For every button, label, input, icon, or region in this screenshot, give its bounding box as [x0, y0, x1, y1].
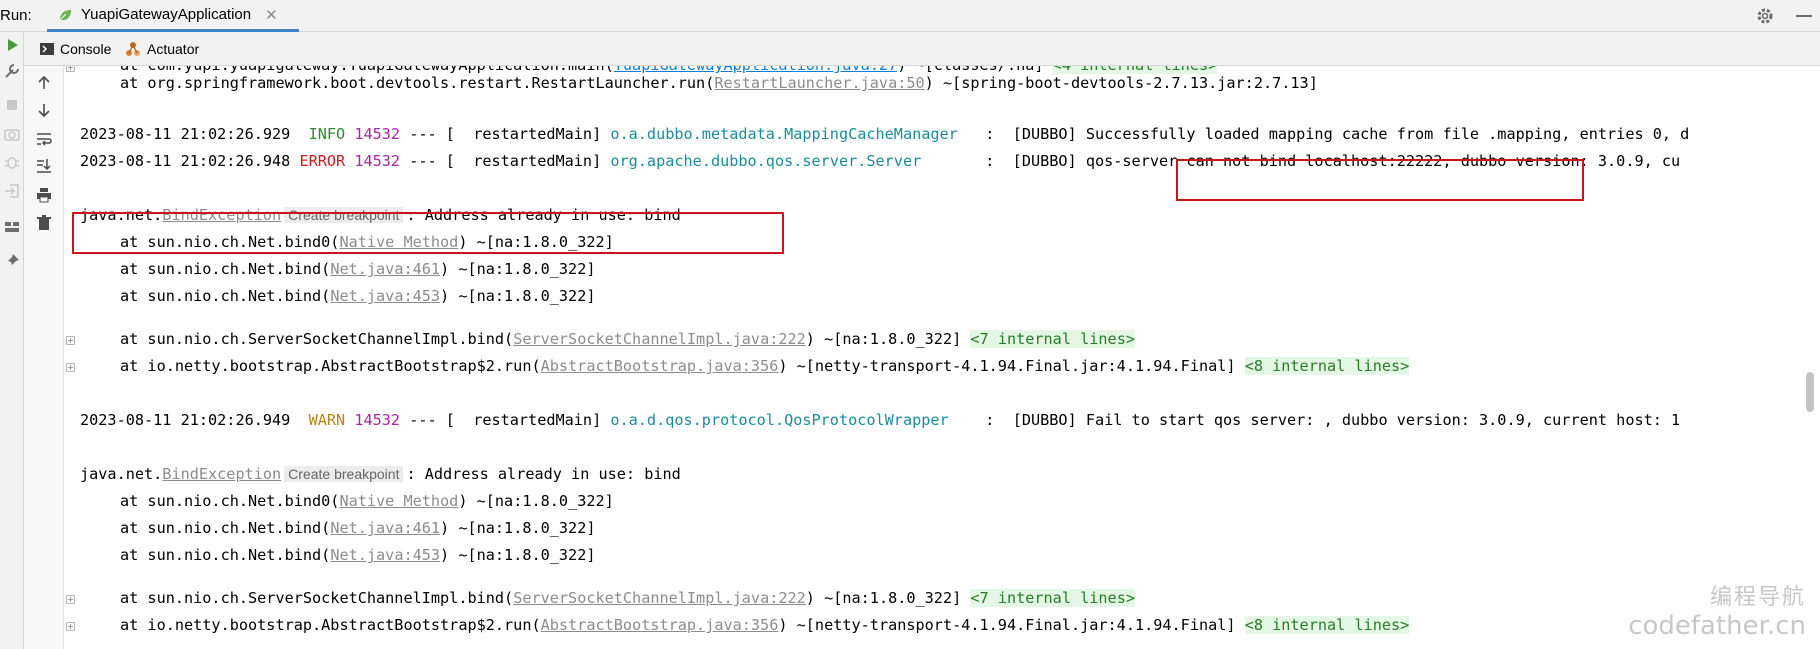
tab-console[interactable]: Console	[40, 32, 111, 66]
log-level: ERROR	[299, 152, 346, 170]
print-icon[interactable]	[35, 186, 53, 204]
tab-console-label: Console	[60, 41, 112, 57]
fold-toggle[interactable]	[66, 66, 75, 72]
internal-lines-toggle[interactable]: <8 internal lines>	[1244, 616, 1410, 634]
source-link[interactable]: ServerSocketChannelImpl.java:222	[513, 330, 806, 348]
console-toolbar	[24, 66, 64, 649]
watermark-site: codefather.cn	[1628, 611, 1806, 641]
close-icon[interactable]: ✕	[265, 6, 278, 24]
internal-lines-toggle[interactable]: <8 internal lines>	[1244, 357, 1410, 375]
exception-line: java.net.BindException Create breakpoint:…	[80, 465, 681, 483]
source-link[interactable]: ServerSocketChannelImpl.java:222	[513, 589, 806, 607]
run-app-icon	[59, 9, 71, 20]
stack-line: at sun.nio.ch.ServerSocketChannelImpl.bi…	[120, 330, 1135, 348]
source-link[interactable]: AbstractBootstrap.java:356	[541, 357, 779, 375]
log-line-warn: 2023-08-11 21:02:26.949 WARN 14532 --- […	[80, 411, 1681, 429]
trash-icon[interactable]	[35, 214, 53, 232]
log-class[interactable]: o.a.dubbo.metadata.MappingCacheManager	[610, 125, 957, 143]
source-link[interactable]: Net.java:453	[330, 287, 440, 305]
stack-line: at sun.nio.ch.Net.bind0(Native Method) ~…	[120, 492, 614, 510]
highlight-box-bind-exception	[72, 212, 784, 254]
fold-toggle[interactable]	[66, 595, 75, 604]
tab-actuator-label: Actuator	[147, 41, 200, 57]
fold-toggle[interactable]	[66, 363, 75, 372]
run-tab-title: YuapiGatewayApplication	[81, 6, 252, 23]
tab-actuator[interactable]: Actuator	[125, 32, 199, 66]
run-label: Run:	[0, 7, 32, 24]
run-tool-strip	[0, 32, 24, 649]
stack-line: at org.springframework.boot.devtools.res…	[120, 74, 1318, 92]
console-icon	[40, 43, 54, 55]
log-class[interactable]: o.a.d.qos.protocol.QosProtocolWrapper	[610, 411, 948, 429]
gear-icon[interactable]	[1755, 6, 1775, 26]
pin-icon[interactable]	[3, 252, 21, 270]
layout-icon[interactable]	[3, 218, 21, 236]
bug-icon[interactable]	[3, 153, 21, 171]
stop-icon[interactable]	[3, 96, 21, 114]
soft-wrap-icon[interactable]	[35, 130, 53, 148]
log-pid: 14532	[354, 125, 401, 143]
camera-icon[interactable]	[3, 125, 21, 143]
log-class[interactable]: org.apache.dubbo.qos.server.Server	[610, 152, 921, 170]
wrench-icon[interactable]	[3, 62, 21, 80]
fold-toggle[interactable]	[66, 622, 75, 631]
minimize-icon[interactable]	[1796, 15, 1812, 17]
source-link[interactable]: RestartLauncher.java:50	[714, 74, 924, 92]
stack-line: at sun.nio.ch.Net.bind(Net.java:453) ~[n…	[120, 546, 596, 564]
stack-line: at sun.nio.ch.Net.bind(Net.java:453) ~[n…	[120, 287, 596, 305]
vertical-scrollbar[interactable]	[1801, 66, 1820, 649]
rerun-icon[interactable]	[3, 36, 21, 54]
scrollbar-thumb[interactable]	[1806, 372, 1814, 412]
source-link[interactable]: Net.java:461	[330, 260, 440, 278]
run-tab-yuapigateway[interactable]: YuapiGatewayApplication ✕	[47, 0, 299, 32]
log-level: WARN	[308, 411, 346, 429]
log-pid: 14532	[354, 411, 401, 429]
create-breakpoint-hint[interactable]: Create breakpoint	[284, 466, 404, 482]
scroll-up-icon[interactable]	[35, 74, 53, 92]
source-link[interactable]: Net.java:461	[330, 519, 440, 537]
run-toolbar: Run: YuapiGatewayApplication ✕	[0, 0, 1820, 32]
stack-line: at io.netty.bootstrap.AbstractBootstrap$…	[120, 357, 1410, 375]
stack-line: at io.netty.bootstrap.AbstractBootstrap$…	[120, 616, 1410, 634]
run-subtabs: Console Actuator	[24, 32, 1820, 66]
console-output[interactable]: at com.yupi.yuapigateway.YuapiGatewayApp…	[64, 66, 1801, 649]
watermark-cn: 编程导航	[1709, 585, 1806, 610]
fold-toggle[interactable]	[66, 336, 75, 345]
log-line-info: 2023-08-11 21:02:26.929 INFO 14532 --- […	[80, 125, 1690, 143]
stack-line: at sun.nio.ch.Net.bind(Net.java:461) ~[n…	[120, 519, 596, 537]
source-link[interactable]: Native Method	[339, 492, 458, 510]
scroll-down-icon[interactable]	[35, 101, 53, 119]
exit-icon[interactable]	[3, 182, 21, 200]
actuator-icon	[126, 42, 140, 56]
scroll-to-end-icon[interactable]	[35, 157, 53, 175]
stack-line: at sun.nio.ch.Net.bind(Net.java:461) ~[n…	[120, 260, 596, 278]
stack-line: at sun.nio.ch.ServerSocketChannelImpl.bi…	[120, 589, 1135, 607]
source-link[interactable]: AbstractBootstrap.java:356	[541, 616, 779, 634]
internal-lines-toggle[interactable]: <7 internal lines>	[970, 330, 1135, 348]
internal-lines-toggle[interactable]: <7 internal lines>	[970, 589, 1135, 607]
exception-link[interactable]: BindException	[162, 465, 281, 483]
log-level: INFO	[308, 125, 346, 143]
source-link[interactable]: Net.java:453	[330, 546, 440, 564]
watermark: 编程导航 codefather.cn	[1628, 579, 1806, 641]
log-pid: 14532	[354, 152, 401, 170]
highlight-box-qos-error	[1176, 159, 1584, 201]
